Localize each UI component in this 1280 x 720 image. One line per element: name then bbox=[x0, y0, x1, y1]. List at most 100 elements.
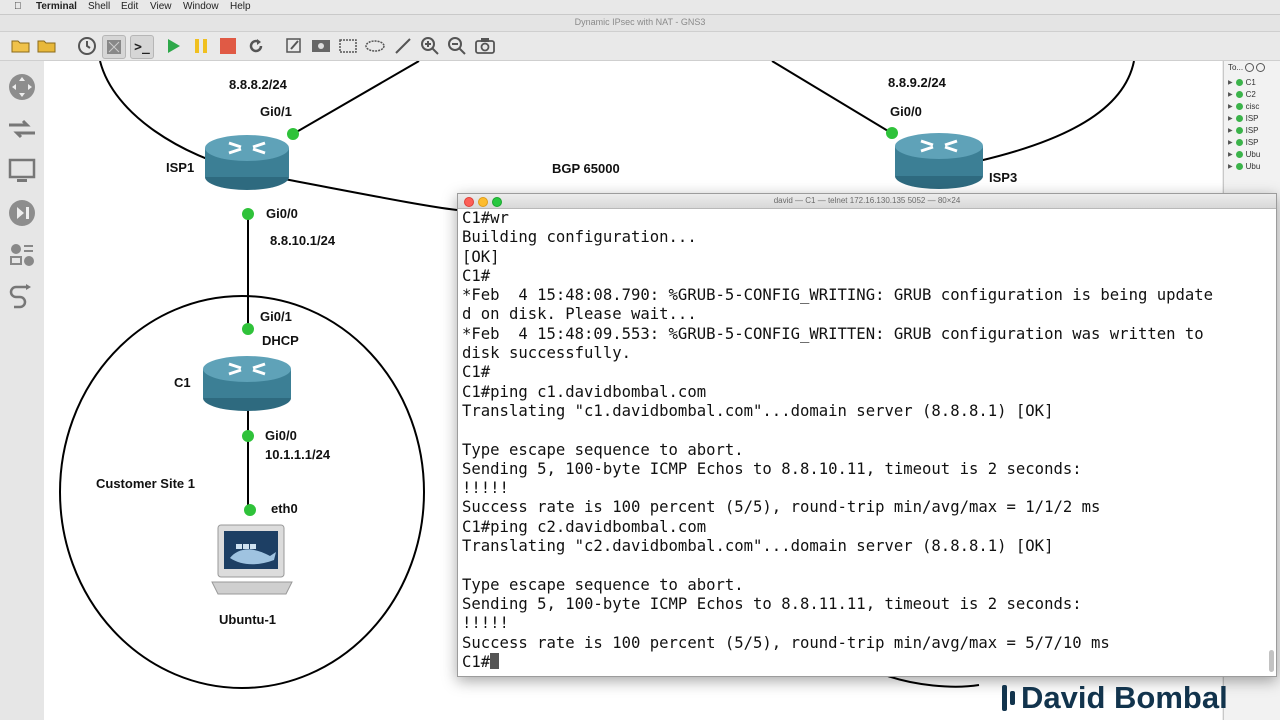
panel-node-item[interactable]: ▶ ISP bbox=[1228, 137, 1259, 148]
c1-gi01-label: Gi0/1 bbox=[260, 309, 292, 324]
panel-node-item[interactable]: ▶ cisc bbox=[1228, 101, 1259, 112]
c1-lan-ip-label: 10.1.1.1/24 bbox=[265, 447, 331, 462]
terminal-line: C1#wr bbox=[462, 209, 509, 227]
browse-all-devices-icon[interactable] bbox=[6, 239, 38, 271]
line-icon[interactable] bbox=[392, 35, 414, 57]
note-icon[interactable] bbox=[283, 35, 305, 57]
c1-dhcp-label: DHCP bbox=[262, 333, 299, 348]
c1-router-icon[interactable] bbox=[202, 354, 292, 417]
terminal-line: Translating "c2.davidbombal.com"...domai… bbox=[462, 537, 1054, 556]
isp1-name-label: ISP1 bbox=[166, 160, 195, 175]
panel-node-item[interactable]: ▶ Ubu bbox=[1228, 149, 1260, 160]
expand-arrow-icon[interactable]: ▶ bbox=[1228, 79, 1233, 86]
expand-arrow-icon[interactable]: ▶ bbox=[1228, 163, 1233, 170]
stop-icon[interactable] bbox=[217, 35, 239, 57]
bgp-link bbox=[283, 178, 458, 211]
isp3-cloud-outline bbox=[978, 61, 1135, 162]
browse-security-devices-icon[interactable] bbox=[6, 197, 38, 229]
terminal-output[interactable]: C1#wr Building configuration... [OK] C1# *Fe… bbox=[462, 209, 1262, 671]
isp3-gi00-label: Gi0/0 bbox=[890, 104, 922, 119]
terminal-line: C1#ping c2.davidbombal.com bbox=[462, 517, 707, 536]
panel-node-item[interactable]: ▶ C2 bbox=[1228, 89, 1256, 100]
menu-window[interactable]: Window bbox=[183, 1, 219, 12]
terminal-line: Success rate is 100 percent (5/5), round… bbox=[462, 633, 1110, 652]
expand-arrow-icon[interactable]: ▶ bbox=[1228, 127, 1233, 134]
customer-site-label: Customer Site 1 bbox=[96, 476, 195, 491]
isp1-top-ip-label: 8.8.8.2/24 bbox=[229, 77, 287, 92]
panel-float-icon[interactable] bbox=[1245, 63, 1255, 72]
menu-view[interactable]: View bbox=[150, 1, 172, 12]
panel-node-item[interactable]: ▶ Ubu bbox=[1228, 161, 1260, 172]
isp3-top-ip-label: 8.8.9.2/24 bbox=[888, 75, 946, 90]
terminal-titlebar[interactable]: david — C1 — telnet 172.16.130.135 5052 … bbox=[458, 194, 1276, 209]
isp3-router-icon[interactable] bbox=[894, 131, 984, 196]
rectangle-icon[interactable] bbox=[337, 35, 359, 57]
menu-help[interactable]: Help bbox=[230, 1, 251, 12]
menu-edit[interactable]: Edit bbox=[121, 1, 138, 12]
menu-shell[interactable]: Shell bbox=[88, 1, 110, 12]
zoom-in-icon[interactable] bbox=[419, 35, 441, 57]
panel-node-label: ISP bbox=[1245, 126, 1259, 135]
terminal-line: C1#ping c1.davidbombal.com bbox=[462, 382, 707, 401]
ubuntu-eth0-port bbox=[244, 504, 256, 516]
panel-close-icon[interactable] bbox=[1256, 63, 1266, 72]
c1-gi00-label: Gi0/0 bbox=[265, 428, 297, 443]
terminal-line: Sending 5, 100-byte ICMP Echos to 8.8.11… bbox=[462, 594, 1082, 613]
panel-node-label: ISP bbox=[1245, 138, 1259, 147]
panel-node-item[interactable]: ▶ C1 bbox=[1228, 77, 1256, 88]
ellipse-icon[interactable] bbox=[364, 35, 386, 57]
terminal-prompt-line[interactable]: C1# bbox=[462, 652, 1262, 671]
terminal-line: [OK] bbox=[462, 247, 500, 266]
apple-icon[interactable]:  bbox=[14, 1, 22, 12]
ubuntu-name-label: Ubuntu-1 bbox=[219, 612, 277, 627]
pause-icon[interactable] bbox=[190, 35, 212, 57]
device-sidebar bbox=[0, 61, 45, 720]
menu-terminal[interactable]: Terminal bbox=[36, 1, 77, 12]
browse-routers-icon[interactable] bbox=[6, 71, 38, 103]
camera-icon[interactable] bbox=[474, 35, 496, 57]
play-icon[interactable] bbox=[162, 35, 184, 57]
isp1-router-icon[interactable] bbox=[204, 133, 290, 196]
terminal-window[interactable]: david — C1 — telnet 172.16.130.135 5052 … bbox=[457, 193, 1277, 677]
ubuntu-laptop-icon[interactable] bbox=[208, 522, 296, 609]
isp1-link-ip-label: 8.8.10.1/24 bbox=[270, 233, 336, 248]
menu-bar:  Terminal Shell Edit View Window Help bbox=[0, 0, 1280, 15]
reload-icon[interactable] bbox=[245, 35, 267, 57]
panel-title: To... bbox=[1228, 63, 1244, 72]
expand-arrow-icon[interactable]: ▶ bbox=[1228, 103, 1233, 110]
isp1-gi01-link bbox=[292, 61, 420, 135]
image-icon[interactable] bbox=[310, 35, 332, 57]
terminal-line: *Feb 4 15:48:09.553: %GRUB-5-CONFIG_WRIT… bbox=[462, 324, 1204, 343]
c1-gi00-port bbox=[242, 430, 254, 442]
snapshot-icon[interactable] bbox=[102, 35, 126, 59]
open-folder-icon[interactable] bbox=[10, 35, 32, 57]
expand-arrow-icon[interactable]: ▶ bbox=[1228, 115, 1233, 122]
eth0-label: eth0 bbox=[271, 501, 298, 516]
main-toolbar: >_ bbox=[0, 32, 1280, 61]
terminal-line: Success rate is 100 percent (5/5), round… bbox=[462, 498, 1101, 517]
terminal-line: !!!!! bbox=[462, 614, 509, 633]
expand-arrow-icon[interactable]: ▶ bbox=[1228, 151, 1233, 158]
folder-icon[interactable] bbox=[36, 35, 58, 57]
expand-arrow-icon[interactable]: ▶ bbox=[1228, 139, 1233, 146]
panel-node-item[interactable]: ▶ ISP bbox=[1228, 113, 1259, 124]
scrollbar-thumb[interactable] bbox=[1269, 650, 1274, 672]
console-icon[interactable]: >_ bbox=[130, 35, 154, 59]
browse-end-devices-icon[interactable] bbox=[6, 155, 38, 187]
panel-node-item[interactable]: ▶ ISP bbox=[1228, 125, 1259, 136]
browse-switches-icon[interactable] bbox=[6, 113, 38, 145]
status-green-icon bbox=[1235, 115, 1243, 122]
panel-node-label: cisc bbox=[1245, 102, 1260, 111]
clock-icon[interactable] bbox=[76, 35, 98, 57]
terminal-line: Type escape sequence to abort. bbox=[462, 575, 744, 594]
expand-arrow-icon[interactable]: ▶ bbox=[1228, 91, 1233, 98]
isp3-gi00-link bbox=[771, 61, 894, 135]
terminal-scrollbar[interactable] bbox=[1268, 210, 1274, 672]
terminal-line: *Feb 4 15:48:08.790: %GRUB-5-CONFIG_WRIT… bbox=[462, 286, 1214, 305]
add-link-icon[interactable] bbox=[6, 281, 38, 313]
status-green-icon bbox=[1235, 139, 1243, 146]
c1-name-label: C1 bbox=[174, 375, 191, 390]
terminal-line: Translating "c1.davidbombal.com"...domai… bbox=[462, 401, 1054, 420]
c1-gi01-port bbox=[242, 323, 254, 335]
zoom-out-icon[interactable] bbox=[446, 35, 468, 57]
